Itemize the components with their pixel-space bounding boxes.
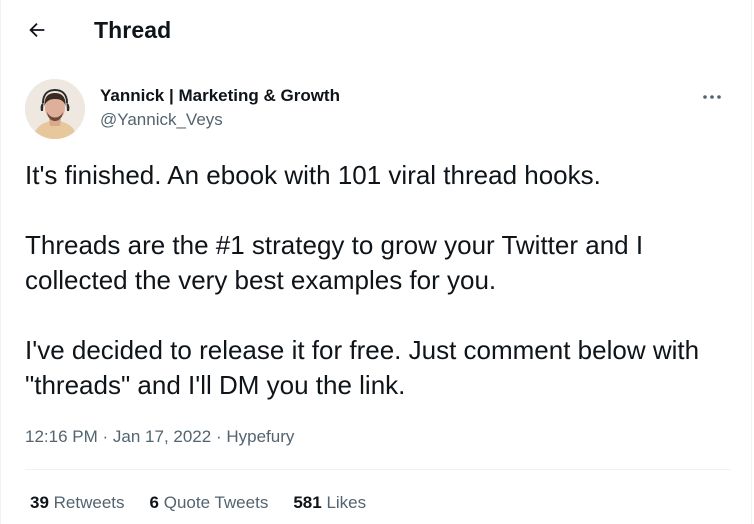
tweet-text: It's finished. An ebook with 101 viral t…: [25, 158, 735, 403]
author-meta: Yannick | Marketing & Growth @Yannick_Ve…: [100, 86, 340, 130]
likes-count: 581: [293, 493, 322, 512]
page-title: Thread: [94, 16, 172, 43]
likes-stat[interactable]: 581 Likes: [293, 492, 366, 514]
tweet-time[interactable]: 12:16 PM: [25, 427, 98, 446]
ellipsis-icon: [703, 95, 721, 99]
tweet-paragraph: I've decided to release it for free. Jus…: [25, 335, 700, 400]
tweet-thread-page: Thread Yannick | Marketing & Growth @Yan…: [0, 0, 752, 524]
tweet-metadata: 12:16 PM · Jan 17, 2022 · Hypefury: [25, 426, 294, 448]
quote-tweets-count: 6: [149, 493, 159, 512]
meta-separator: ·: [102, 427, 109, 446]
author-handle[interactable]: @Yannick_Veys: [100, 110, 340, 130]
tweet-stats: 39 Retweets 6 Quote Tweets 581 Likes: [30, 492, 391, 514]
back-button[interactable]: [19, 12, 55, 48]
retweets-count: 39: [30, 493, 49, 512]
more-options-button[interactable]: [697, 87, 727, 107]
meta-separator: ·: [215, 427, 222, 446]
quote-tweets-label: Quote Tweets: [163, 493, 269, 512]
tweet-paragraph: It's finished. An ebook with 101 viral t…: [25, 160, 601, 190]
avatar-photo: [25, 79, 85, 139]
thread-header: Thread: [1, 0, 751, 60]
tweet-date[interactable]: Jan 17, 2022: [113, 427, 211, 446]
likes-label: Likes: [326, 493, 367, 512]
author-display-name[interactable]: Yannick | Marketing & Growth: [100, 86, 340, 106]
retweets-stat[interactable]: 39 Retweets: [30, 492, 125, 514]
quote-tweets-stat[interactable]: 6 Quote Tweets: [150, 492, 269, 514]
retweets-label: Retweets: [53, 493, 125, 512]
divider: [25, 469, 731, 470]
tweet-paragraph: Threads are the #1 strategy to grow your…: [25, 230, 644, 295]
tweet-source[interactable]: Hypefury: [226, 427, 294, 446]
avatar[interactable]: [25, 79, 85, 139]
arrow-left-icon: [29, 22, 45, 38]
tweet-author: Yannick | Marketing & Growth @Yannick_Ve…: [25, 79, 731, 139]
